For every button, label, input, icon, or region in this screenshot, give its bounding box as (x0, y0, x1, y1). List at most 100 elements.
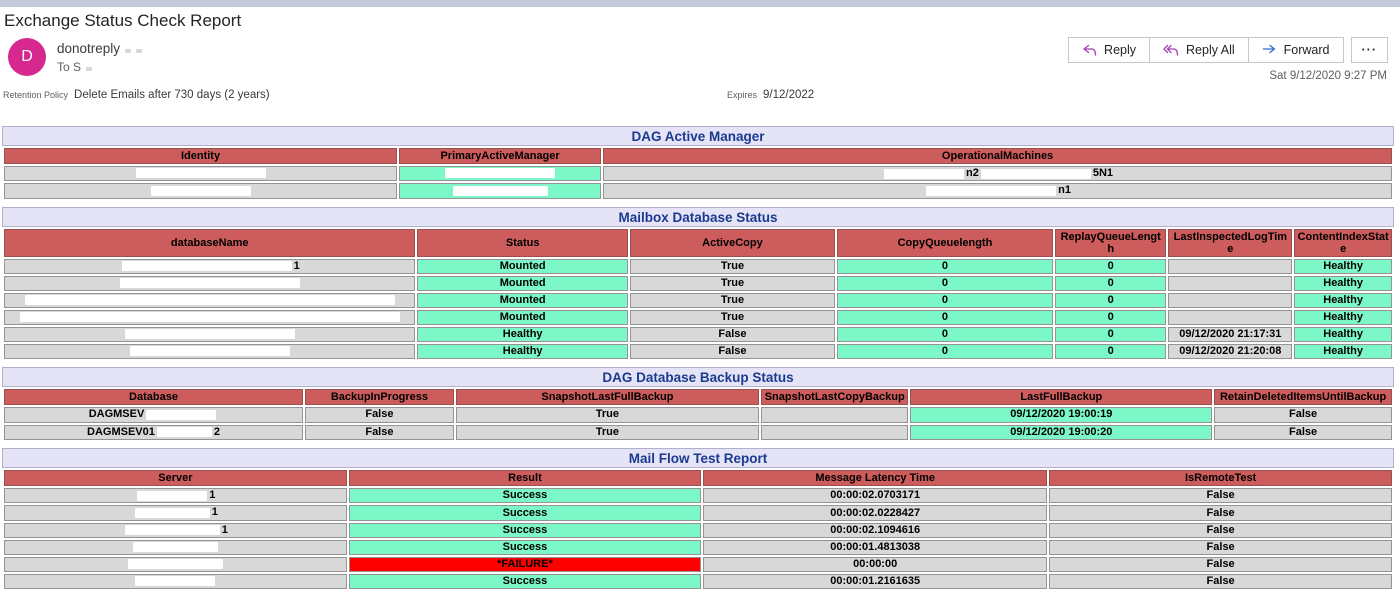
redaction-blob (926, 186, 1056, 196)
cell: False (630, 344, 835, 359)
cell: 0 (837, 276, 1053, 291)
sender-avatar[interactable]: D (8, 38, 46, 76)
table-row: Success00:00:01.2161635False (4, 574, 1392, 589)
column-header: Identity (4, 148, 397, 164)
cell: 0 (837, 327, 1053, 342)
redaction-blob (151, 186, 251, 196)
more-icon: ··· (1362, 43, 1378, 57)
table-row: *FAILURE*00:00:00False (4, 557, 1392, 572)
table-row: 1Success00:00:02.0703171False (4, 488, 1392, 503)
sender-name[interactable]: donotreply (57, 41, 142, 56)
redaction-blob (20, 312, 400, 322)
column-header: Result (349, 470, 701, 486)
column-header: IsRemoteTest (1049, 470, 1392, 486)
redacted-cell: n25N1 (603, 166, 1392, 181)
cell: False (1049, 557, 1392, 572)
cell: Healthy (1294, 293, 1392, 308)
redaction-blob (981, 169, 1091, 179)
cell: True (456, 425, 759, 440)
redaction-blob (125, 525, 220, 535)
redaction-blob (157, 427, 212, 437)
recipient-line[interactable]: To S (57, 60, 92, 74)
reply-all-button[interactable]: Reply All (1149, 37, 1249, 63)
message-timestamp: Sat 9/12/2020 9:27 PM (1269, 70, 1387, 82)
redacted-cell: DAGMSEV (4, 407, 303, 422)
table-row: MountedTrue00Healthy (4, 276, 1392, 291)
redaction-blob (445, 168, 555, 178)
section-title-mail-flow-test-report: Mail Flow Test Report (2, 448, 1394, 468)
recipient-redaction (86, 67, 92, 71)
sender-redaction (125, 49, 131, 53)
cell: 0 (1055, 293, 1166, 308)
redacted-cell (4, 310, 415, 325)
forward-icon (1262, 44, 1277, 57)
reply-button[interactable]: Reply (1068, 37, 1150, 63)
cell: Success (349, 488, 701, 503)
forward-button[interactable]: Forward (1248, 37, 1344, 63)
cell: False (630, 327, 835, 342)
column-header: OperationalMachines (603, 148, 1392, 164)
sender-redaction (136, 49, 142, 53)
cell (1168, 259, 1292, 274)
redacted-cell (399, 166, 601, 181)
cell: Mounted (417, 259, 628, 274)
redacted-cell (4, 293, 415, 308)
redacted-cell (4, 574, 347, 589)
email-subject: Exchange Status Check Report (4, 11, 241, 31)
header-row: ServerResultMessage Latency TimeIsRemote… (4, 470, 1392, 486)
redacted-cell (4, 344, 415, 359)
cell (1168, 276, 1292, 291)
redaction-blob (137, 491, 207, 501)
more-actions-button[interactable]: ··· (1351, 37, 1389, 63)
cell: 0 (1055, 310, 1166, 325)
table-row: 1MountedTrue00Healthy (4, 259, 1392, 274)
section-title-mailbox-database-status: Mailbox Database Status (2, 207, 1394, 227)
cell: 09/12/2020 21:20:08 (1168, 344, 1292, 359)
cell: True (630, 293, 835, 308)
cell: Success (349, 540, 701, 555)
reply-label: Reply (1104, 43, 1136, 57)
redaction-blob (25, 295, 395, 305)
table-row: DAGMSEV012FalseTrue09/12/2020 19:00:20Fa… (4, 425, 1392, 440)
cell: Healthy (1294, 344, 1392, 359)
redaction-blob (135, 576, 215, 586)
cell: Healthy (1294, 327, 1392, 342)
column-header: RetainDeletedItemsUntilBackup (1214, 389, 1392, 405)
window-top-bar (0, 0, 1400, 7)
redacted-cell (4, 327, 415, 342)
section-title-dag-active-manager: DAG Active Manager (2, 126, 1394, 146)
report-body: DAG Active Manager IdentityPrimaryActiveM… (2, 126, 1394, 591)
retention-policy: Retention Policy Delete Emails after 730… (3, 89, 270, 101)
cell: 00:00:01.4813038 (703, 540, 1047, 555)
cell: 09/12/2020 19:00:19 (910, 407, 1212, 422)
cell: 0 (837, 310, 1053, 325)
redacted-cell (4, 540, 347, 555)
column-header: LastInspectedLogTime (1168, 229, 1292, 257)
cell: 0 (1055, 259, 1166, 274)
redaction-blob (125, 329, 295, 339)
header-row: IdentityPrimaryActiveManagerOperationalM… (4, 148, 1392, 164)
redacted-cell (4, 183, 397, 198)
table-row: 1Success00:00:02.1094616False (4, 523, 1392, 538)
column-header: SnapshotLastFullBackup (456, 389, 759, 405)
cell: 00:00:02.0703171 (703, 488, 1047, 503)
cell: 00:00:02.0228427 (703, 505, 1047, 520)
column-header: ReplayQueueLength (1055, 229, 1166, 257)
cell (761, 407, 908, 422)
redacted-cell (399, 183, 601, 198)
reply-all-icon (1163, 44, 1179, 57)
cell: False (305, 425, 454, 440)
redacted-cell: 1 (4, 523, 347, 538)
column-header: databaseName (4, 229, 415, 257)
column-header: LastFullBackup (910, 389, 1212, 405)
cell: 00:00:02.1094616 (703, 523, 1047, 538)
redacted-cell (4, 557, 347, 572)
redaction-blob (136, 168, 266, 178)
header-row: DatabaseBackupInProgressSnapshotLastFull… (4, 389, 1392, 405)
redaction-blob (453, 186, 548, 196)
redacted-cell: 1 (4, 259, 415, 274)
dag-database-backup-status-table: DatabaseBackupInProgressSnapshotLastFull… (2, 387, 1394, 442)
cell: True (456, 407, 759, 422)
column-header: Status (417, 229, 628, 257)
cell: 09/12/2020 19:00:20 (910, 425, 1212, 440)
